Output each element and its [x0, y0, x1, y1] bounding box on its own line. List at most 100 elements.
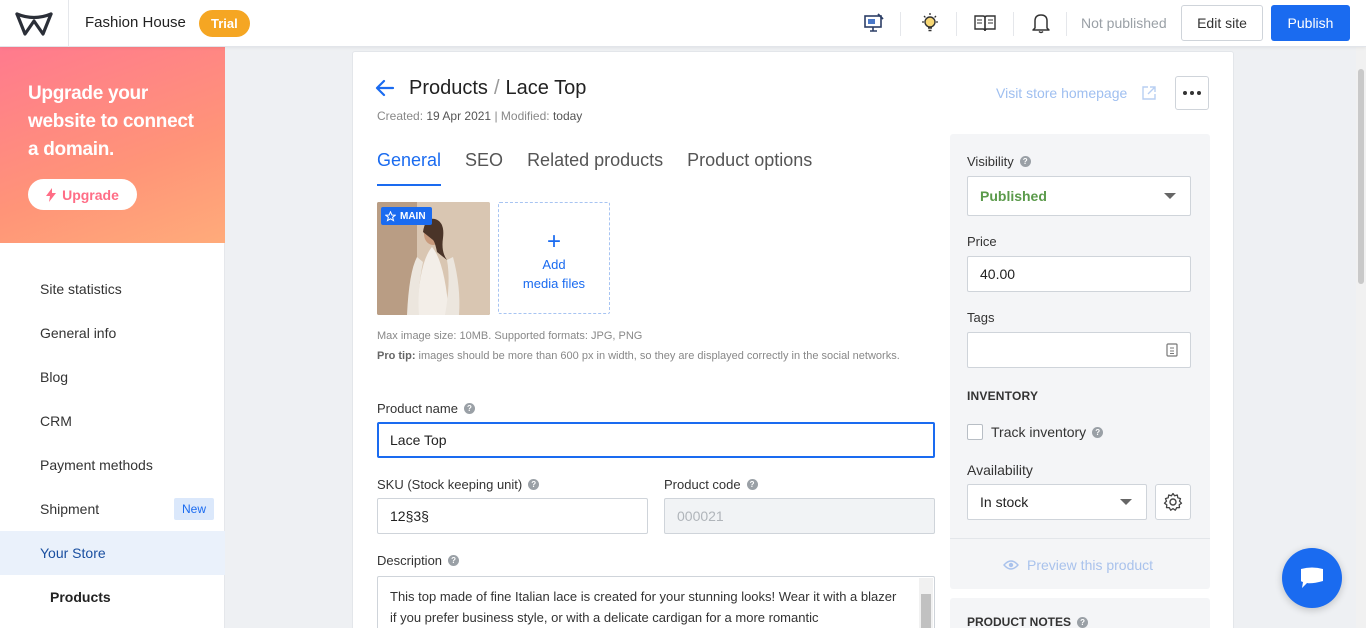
sidebar-item-label: General info: [40, 325, 117, 341]
sidebar-item-general-info[interactable]: General info: [0, 311, 225, 355]
add-media-label-line2: media files: [522, 276, 586, 291]
product-image[interactable]: MAIN: [377, 202, 490, 315]
new-badge: New: [173, 498, 214, 520]
price-label: Price: [967, 234, 997, 249]
product-notes-title-text: PRODUCT NOTES: [967, 615, 1072, 628]
product-code-input: 000021: [664, 498, 935, 534]
tags-label-text: Tags: [967, 310, 995, 325]
star-icon: [385, 210, 396, 222]
main-image-badge: MAIN: [381, 207, 432, 225]
chat-button[interactable]: [1282, 548, 1342, 608]
sku-label: SKU (Stock keeping unit)?: [377, 477, 540, 492]
track-inventory-checkbox[interactable]: [967, 424, 983, 440]
preview-label: Preview this product: [1027, 557, 1154, 573]
book-icon[interactable]: [972, 9, 998, 37]
plus-icon: +: [546, 228, 561, 255]
top-bar: Fashion House Trial Not published Edit s…: [0, 0, 1366, 47]
product-name-label-text: Product name: [377, 401, 458, 416]
edit-site-button[interactable]: Edit site: [1181, 5, 1263, 41]
page-title: Lace Top: [505, 77, 587, 99]
description-textarea[interactable]: This top made of fine Italian lace is cr…: [377, 576, 935, 628]
breadcrumb: Products / Lace Top: [409, 77, 586, 100]
help-icon[interactable]: ?: [1092, 426, 1104, 438]
product-notes-panel: PRODUCT NOTES?: [950, 598, 1210, 628]
availability-label: Availability: [967, 462, 1033, 478]
sidebar-item-site-statistics[interactable]: Site statistics: [0, 267, 225, 311]
sidebar-item-your-store[interactable]: Your Store: [0, 531, 225, 575]
sidebar-item-blog[interactable]: Blog: [0, 355, 225, 399]
tab-seo[interactable]: SEO: [465, 150, 503, 186]
help-icon[interactable]: ?: [1019, 156, 1031, 167]
chevron-down-icon: [1120, 499, 1132, 505]
visibility-value: Published: [980, 188, 1047, 204]
tags-input[interactable]: [967, 332, 1191, 368]
main-badge-label: MAIN: [400, 210, 426, 222]
breadcrumb-parent[interactable]: Products: [409, 77, 488, 99]
tab-general[interactable]: General: [377, 150, 442, 186]
sidebar-item-label: Site statistics: [40, 281, 122, 297]
site-name: Fashion House: [85, 14, 186, 31]
sidebar-item-label: Blog: [40, 369, 69, 385]
media-hint: Max image size: 10MB. Supported formats:…: [377, 326, 917, 366]
product-code-label: Product code?: [664, 477, 758, 492]
publish-status: Not published: [1081, 15, 1167, 31]
help-icon[interactable]: ?: [1077, 616, 1089, 628]
help-icon[interactable]: ?: [448, 555, 460, 566]
sidebar-item-payment-methods[interactable]: Payment methods: [0, 443, 225, 487]
tags-label: Tags: [967, 310, 994, 325]
help-icon[interactable]: ?: [746, 479, 758, 490]
sidebar-item-crm[interactable]: CRM: [0, 399, 225, 443]
description-text: This top made of fine Italian lace is cr…: [390, 589, 897, 625]
product-name-input[interactable]: Lace Top: [377, 422, 935, 458]
breadcrumb-separator: /: [493, 77, 500, 99]
sku-input[interactable]: 12§3§: [377, 498, 648, 534]
price-input[interactable]: 40.00: [967, 256, 1191, 292]
description-label: Description?: [377, 553, 460, 568]
product-editor-card: Products / Lace Top Created: 19 Apr 2021 |…: [352, 51, 1234, 628]
sidebar-item-shipment[interactable]: Shipment New: [0, 487, 225, 531]
price-label-text: Price: [967, 234, 997, 249]
trial-badge[interactable]: Trial: [199, 10, 250, 37]
product-code-label-text: Product code: [664, 477, 741, 492]
visibility-label-text: Visibility: [967, 154, 1014, 169]
sidebar-item-label: Products: [50, 589, 111, 605]
tab-related-products[interactable]: Related products: [527, 150, 663, 186]
logo-icon[interactable]: [14, 9, 54, 39]
media-size-hint: Max image size: 10MB. Supported formats:…: [377, 330, 643, 342]
panel-divider: [950, 538, 1210, 539]
availability-select[interactable]: In stock: [967, 484, 1147, 520]
description-scrollbar[interactable]: [919, 578, 933, 628]
page-scrollbar[interactable]: [1356, 47, 1366, 628]
external-link-icon[interactable]: [1141, 85, 1157, 106]
monitor-edit-icon[interactable]: [861, 9, 887, 37]
chat-bubble-icon: [1301, 567, 1323, 588]
sidebar-item-products[interactable]: Products: [0, 575, 225, 619]
preview-product-link[interactable]: Preview this product: [1003, 557, 1153, 573]
lightbulb-icon[interactable]: [917, 9, 943, 37]
visit-store-link[interactable]: Visit store homepage: [996, 85, 1127, 101]
track-inventory-label-text[interactable]: Track inventory: [991, 424, 1086, 440]
help-icon[interactable]: ?: [463, 403, 475, 414]
product-notes-title: PRODUCT NOTES?: [967, 615, 1089, 628]
visibility-label: Visibility?: [967, 154, 1031, 169]
visibility-select[interactable]: Published: [967, 176, 1191, 216]
tab-product-options[interactable]: Product options: [687, 150, 812, 186]
product-name-label: Product name?: [377, 401, 475, 416]
sku-label-text: SKU (Stock keeping unit): [377, 477, 523, 492]
availability-value: In stock: [980, 494, 1029, 510]
publish-button[interactable]: Publish: [1271, 5, 1350, 41]
back-arrow-icon[interactable]: [375, 79, 395, 102]
availability-settings-button[interactable]: [1155, 484, 1191, 520]
top-separator: [1013, 12, 1014, 36]
sidebar-item-label: Your Store: [40, 545, 106, 561]
bell-icon[interactable]: [1028, 9, 1054, 37]
tag-list-icon[interactable]: [1166, 343, 1178, 357]
sidebar: Upgrade your website to connect a domain…: [0, 47, 225, 628]
lightning-icon: [46, 187, 57, 202]
help-icon[interactable]: ?: [528, 479, 540, 490]
upgrade-button[interactable]: Upgrade: [28, 179, 137, 210]
more-options-button[interactable]: [1175, 76, 1209, 110]
upgrade-button-label: Upgrade: [62, 186, 119, 203]
add-media-button[interactable]: + Add media files: [498, 202, 610, 314]
logo-divider: [68, 0, 69, 47]
